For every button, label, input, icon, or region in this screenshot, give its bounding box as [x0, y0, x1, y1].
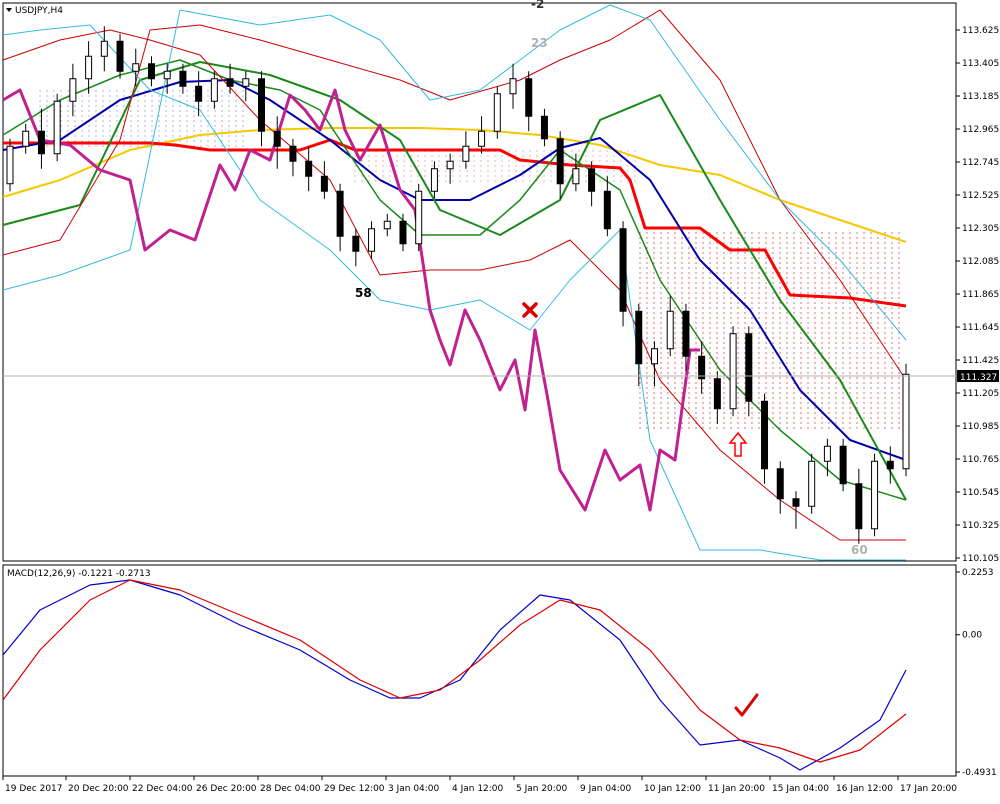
- candle: [839, 438, 847, 492]
- y-tick-label: 112.305: [962, 224, 999, 234]
- y-tick-label: 112.085: [962, 257, 999, 267]
- x-tick-label: 16 Jan 12:00: [836, 784, 893, 794]
- chart-root: 113.625 113.405 113.185 112.965 112.745 112.5…: [0, 0, 1000, 800]
- candle: [902, 363, 910, 477]
- x-tick-label: 9 Jan 04:00: [580, 784, 632, 794]
- x-tick-label: 3 Jan 04:00: [388, 784, 440, 794]
- x-tick-label: 4 Jan 12:00: [452, 784, 504, 794]
- candle: [619, 221, 627, 327]
- macd-y-axis: 0.2253 0.00 -0.4931: [956, 568, 997, 778]
- annotation-bottom-number: 60: [851, 543, 868, 557]
- y-tick-label: 111.205: [962, 389, 999, 399]
- y-tick-label: 110.765: [962, 455, 999, 465]
- y-tick-label: 110.325: [962, 521, 999, 531]
- macd-y-tick-label: 0.2253: [962, 568, 994, 578]
- y-tick-label: 112.525: [962, 191, 999, 201]
- macd-panel-frame: [2, 564, 957, 777]
- x-tick-label: 10 Jan 12:00: [644, 784, 701, 794]
- y-tick-label: 111.645: [962, 323, 999, 333]
- candle: [871, 453, 879, 537]
- x-tick-label: 20 Dec 20:00: [68, 784, 129, 794]
- macd-title: MACD(12,26,9) -0.1221 -0.2713: [7, 569, 151, 579]
- x-tick-label: 22 Dec 04:00: [132, 784, 193, 794]
- x-axis: 19 Dec 2017 20 Dec 20:00 22 Dec 04:00 26 De…: [2, 776, 957, 794]
- y-tick-label: 112.745: [962, 158, 999, 168]
- y-tick-label: 110.105: [962, 554, 999, 564]
- candle: [808, 453, 816, 514]
- y-tick-label: 111.425: [962, 356, 999, 366]
- x-tick-label: 15 Jan 04:00: [772, 784, 829, 794]
- y-tick-label: 113.185: [962, 92, 999, 102]
- x-tick-label: 29 Dec 12:00: [324, 784, 385, 794]
- candle: [493, 86, 501, 139]
- current-price-label: 111.327: [960, 373, 997, 383]
- y-tick-label: 111.865: [962, 290, 999, 300]
- macd-y-tick-label: 0.00: [962, 631, 982, 641]
- x-tick-label: 11 Jan 20:00: [708, 784, 765, 794]
- chart-canvas: 113.625 113.405 113.185 112.965 112.745 112.5…: [2, 0, 999, 794]
- macd-y-tick-label: -0.4931: [962, 768, 997, 778]
- x-tick-label: 28 Dec 04:00: [260, 784, 321, 794]
- y-tick-label: 110.985: [962, 422, 999, 432]
- main-y-axis: 113.625 113.405 113.185 112.965 112.745 112.5…: [956, 26, 999, 564]
- chart-title: USDJPY,H4: [15, 6, 63, 16]
- y-tick-label: 110.545: [962, 488, 999, 498]
- candle: [53, 93, 61, 162]
- annotation-low-number: 58: [355, 286, 372, 300]
- candle: [729, 326, 737, 417]
- y-tick-label: 113.405: [962, 59, 999, 69]
- x-tick-label: 19 Dec 2017: [5, 784, 63, 794]
- x-tick-label: 17 Jan 20:00: [900, 784, 957, 794]
- y-tick-label: 112.965: [962, 125, 999, 135]
- y-tick-label: 113.625: [962, 26, 999, 36]
- x-tick-label: 5 Jan 20:00: [516, 784, 568, 794]
- x-tick-label: 26 Dec 20:00: [196, 784, 257, 794]
- candle: [6, 138, 14, 192]
- annotation-top-number: -2: [531, 0, 544, 11]
- annotation-gray-number: 23: [531, 36, 548, 50]
- candle: [415, 183, 423, 252]
